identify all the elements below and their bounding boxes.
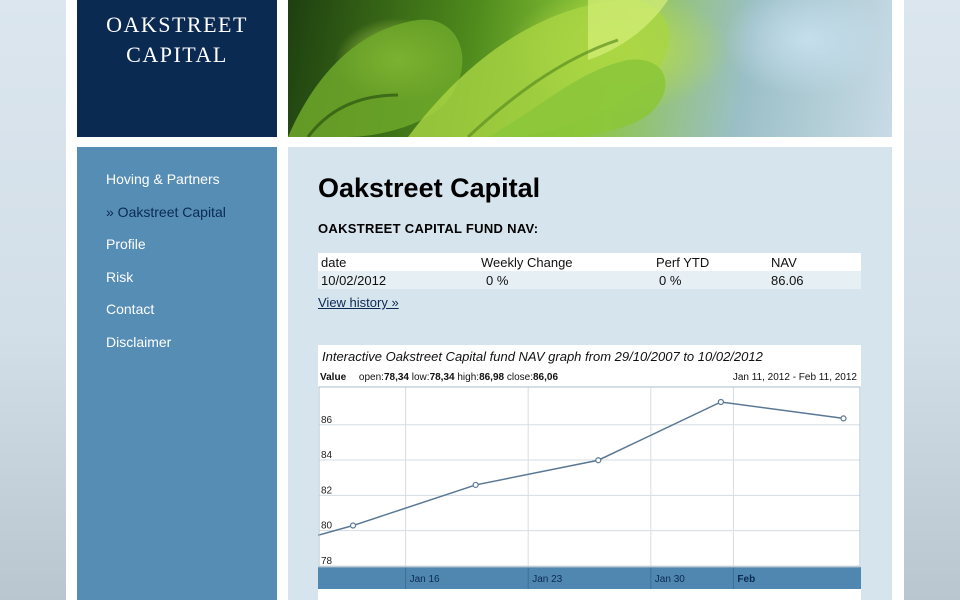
brand-logo[interactable]: OAKSTREET CAPITAL	[77, 0, 277, 137]
table-header-cell: NAV	[768, 253, 861, 271]
table-cell-date: 10/02/2012	[318, 271, 478, 289]
page-container: OAKSTREET CAPITAL Hoving & Partners » Oa…	[66, 0, 904, 600]
view-history-link[interactable]: View history »	[318, 295, 399, 310]
high-value: 86,98	[479, 372, 505, 383]
high-label: high:	[457, 372, 480, 383]
table-cell-perf-ytd: 0 %	[653, 271, 768, 289]
y-tick-label: 84	[321, 450, 333, 461]
y-tick-label: 80	[321, 521, 333, 532]
table-header-cell: date	[318, 253, 478, 271]
x-axis-bar	[318, 567, 861, 589]
sidebar-item-oakstreet-capital[interactable]: » Oakstreet Capital	[106, 202, 277, 235]
table-header-cell: Perf YTD	[653, 253, 768, 271]
brand-line-2: CAPITAL	[126, 42, 228, 67]
sidebar-nav: Hoving & Partners » Oakstreet Capital Pr…	[77, 147, 277, 365]
oak-leaf-image	[288, 0, 670, 137]
open-label: open:	[358, 372, 384, 383]
table-header-row: date Weekly Change Perf YTD NAV	[318, 253, 861, 271]
data-point	[717, 398, 724, 406]
graph-value-summary: Value open:78,34 low:78,34 high:86,98 cl…	[320, 372, 558, 383]
table-cell-weekly-change: 0 %	[478, 271, 653, 289]
header-banner-image	[288, 0, 892, 137]
sidebar-item-contact[interactable]: Contact	[106, 299, 277, 332]
table-row: 10/02/2012 0 % 0 % 86.06	[318, 271, 861, 289]
open-value: 78,34	[383, 372, 409, 383]
fund-nav-table: date Weekly Change Perf YTD NAV 10/02/20…	[318, 253, 861, 289]
table-cell-nav: 86.06	[768, 271, 861, 289]
y-tick-label: 82	[321, 485, 333, 496]
sidebar-item-disclaimer[interactable]: Disclaimer	[106, 332, 277, 365]
sidebar-item-hoving-partners[interactable]: Hoving & Partners	[106, 169, 277, 202]
table-header-cell: Weekly Change	[478, 253, 653, 271]
nav-graph-panel: Interactive Oakstreet Capital fund NAV g…	[318, 345, 861, 600]
nav-line-chart[interactable]: 78 80 82 84 86 Jan 16 Jan 23 Jan 30 Feb	[318, 386, 861, 590]
data-point	[472, 481, 479, 489]
sidebar-item-risk[interactable]: Risk	[106, 267, 277, 300]
sidebar: Hoving & Partners » Oakstreet Capital Pr…	[77, 147, 277, 600]
close-label: close:	[506, 372, 533, 383]
data-point	[840, 415, 847, 422]
sidebar-item-profile[interactable]: Profile	[106, 234, 277, 267]
graph-date-range: Jan 11, 2012 - Feb 11, 2012	[732, 372, 857, 383]
low-value: 78,34	[429, 372, 455, 383]
brand-line-1: OAKSTREET	[106, 12, 248, 37]
value-label: Value	[320, 372, 347, 383]
data-point	[349, 522, 357, 529]
x-tick-label: Jan 23	[532, 574, 562, 585]
graph-caption: Interactive Oakstreet Capital fund NAV g…	[322, 349, 763, 364]
data-point	[595, 457, 602, 464]
plot-area	[318, 386, 861, 568]
y-tick-label: 78	[321, 556, 333, 567]
y-tick-label: 86	[321, 415, 333, 426]
x-tick-label: Feb	[737, 574, 755, 585]
low-label: low:	[411, 372, 430, 383]
page-title: Oakstreet Capital	[318, 173, 541, 203]
main-content: Oakstreet Capital OAKSTREET CAPITAL FUND…	[288, 147, 892, 600]
x-tick-label: Jan 16	[410, 574, 440, 585]
x-tick-label: Jan 30	[655, 574, 685, 585]
close-value: 86,06	[533, 372, 559, 383]
fund-nav-heading: OAKSTREET CAPITAL FUND NAV:	[318, 221, 539, 236]
